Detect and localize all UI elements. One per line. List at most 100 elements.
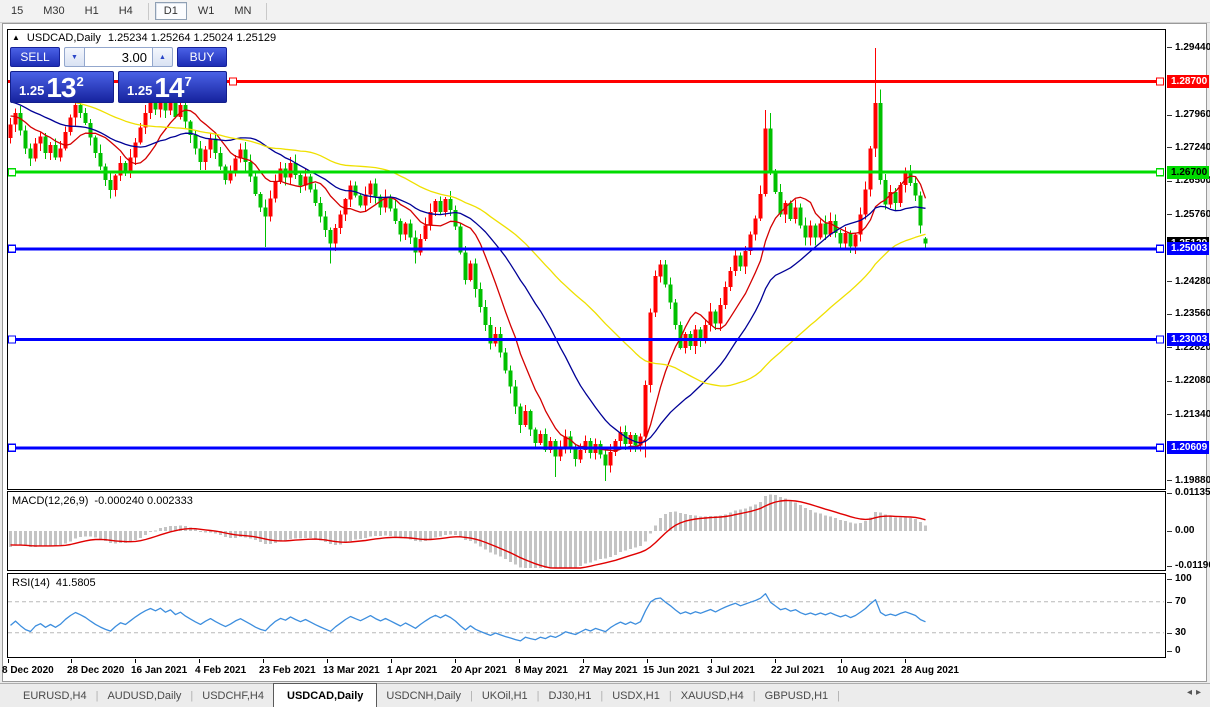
chart-ohlc-values: 1.25234 1.25264 1.25024 1.25129 [107, 32, 277, 44]
date-axis-label: 13 Mar 2021 [323, 665, 380, 676]
buy-button[interactable]: BUY [177, 47, 227, 67]
date-axis-label: 28 Aug 2021 [901, 665, 959, 676]
macd-axis-tick: 0.01135 [1175, 487, 1210, 498]
date-axis-label: 27 May 2021 [579, 665, 638, 676]
horizontal-line-1.267[interactable] [8, 167, 1165, 177]
sell-button[interactable]: SELL [10, 47, 60, 67]
tab-separator: | [837, 689, 840, 702]
price-axis-tick-mark [1167, 180, 1172, 182]
macd-axis-tick-mark [1167, 565, 1172, 567]
date-axis-tick-mark [711, 659, 712, 663]
ma-line-10[interactable] [10, 109, 927, 452]
date-axis-label: 20 Apr 2021 [451, 665, 507, 676]
candlestick-series [8, 48, 928, 481]
price-axis-tick-mark [1167, 147, 1172, 149]
price-axis-tick-mark [1167, 414, 1172, 416]
macd-signal-line [10, 499, 926, 569]
timeframe-button-MN[interactable]: MN [225, 2, 260, 20]
support-price-label: 1.26700 [1167, 165, 1209, 179]
rsi-axis-tick-mark [1167, 601, 1172, 603]
timeframe-button-15[interactable]: 15 [2, 2, 32, 20]
rsi-pane[interactable] [7, 573, 1166, 658]
timeframe-button-M30[interactable]: M30 [34, 2, 73, 20]
macd-indicator-label: MACD(12,26,9) -0.000240 0.002333 [12, 495, 193, 507]
price-axis-tick: 1.27240 [1175, 141, 1210, 153]
horizontal-line-1.25003[interactable] [8, 244, 1165, 254]
date-axis-tick-mark [647, 659, 648, 663]
timeframe-button-H4[interactable]: H4 [110, 2, 142, 20]
date-axis-label: 4 Feb 2021 [195, 665, 247, 676]
date-axis-tick-mark [455, 659, 456, 663]
volume-decrease-button[interactable]: ▼ [64, 47, 85, 67]
price-axis-tick: 1.25760 [1175, 208, 1210, 220]
date-axis-tick-mark [8, 659, 9, 663]
chevron-up-icon: ▲ [159, 53, 166, 61]
volume-input[interactable] [85, 47, 152, 67]
date-axis-label: 23 Feb 2021 [259, 665, 316, 676]
date-axis-label: 1 Apr 2021 [387, 665, 438, 676]
horizontal-line-1.23003[interactable] [8, 335, 1165, 344]
rsi-line [10, 593, 926, 642]
chart-tab-UKOil-H1[interactable]: UKOil,H1 [473, 684, 537, 707]
timeframe-button-D1[interactable]: D1 [154, 2, 187, 20]
date-axis-tick-mark [327, 659, 328, 663]
date-axis-label: 8 May 2021 [515, 665, 568, 676]
price-axis-tick: 1.27960 [1175, 109, 1210, 120]
rsi-axis-tick-mark [1167, 578, 1172, 580]
tab-scroll-left-icon[interactable]: ◂ [1187, 687, 1196, 698]
date-axis-label: 28 Dec 2020 [67, 665, 125, 676]
price-axis-tick: 1.22080 [1175, 375, 1210, 387]
chart-tab-USDCAD-Daily[interactable]: USDCAD,Daily [273, 683, 378, 707]
macd-values: -0.000240 0.002333 [94, 495, 193, 507]
chart-tab-USDCNH-Daily[interactable]: USDCNH,Daily [377, 684, 470, 707]
date-axis-tick-mark [391, 659, 392, 663]
chart-tab-XAUUSD-H4[interactable]: XAUUSD,H4 [672, 684, 753, 707]
buy-price-button[interactable]: 1.25 14 7 [118, 71, 227, 103]
chart-tab-AUDUSD-Daily[interactable]: AUDUSD,Daily [98, 684, 190, 707]
sell-price-button[interactable]: 1.25 13 2 [10, 71, 114, 103]
price-axis-tick: 1.29440 [1175, 41, 1210, 53]
macd-axis-tick-mark [1167, 530, 1172, 532]
timeframe-button-W1[interactable]: W1 [189, 2, 224, 20]
rsi-axis-tick-mark [1167, 632, 1172, 634]
collapse-panel-icon[interactable]: ▲ [12, 33, 20, 42]
price-axis-tick-mark [1167, 281, 1172, 283]
date-axis-label: 8 Dec 2020 [2, 665, 54, 676]
tab-scroll-right-icon[interactable]: ▸ [1196, 687, 1205, 698]
date-axis-tick-mark [199, 659, 200, 663]
date-axis-tick-mark [841, 659, 842, 663]
buy-price-big: 14 [154, 72, 184, 103]
chart-tab-USDX-H1[interactable]: USDX,H1 [603, 684, 669, 707]
toolbar-separator [147, 2, 149, 20]
chart-tab-DJ30-H1[interactable]: DJ30,H1 [540, 684, 601, 707]
date-axis-tick-mark [583, 659, 584, 663]
rsi-indicator-label: RSI(14) 41.5805 [12, 577, 96, 589]
date-axis-label: 10 Aug 2021 [837, 665, 895, 676]
rsi-axis-tick: 30 [1175, 627, 1187, 638]
chevron-down-icon: ▼ [71, 53, 78, 61]
date-axis-label: 15 Jun 2021 [643, 665, 700, 676]
rsi-name: RSI(14) [12, 577, 50, 589]
date-axis-tick-mark [905, 659, 906, 663]
volume-increase-button[interactable]: ▲ [152, 47, 173, 67]
date-axis-tick-mark [263, 659, 264, 663]
one-click-trade-panel: SELL ▼ ▲ BUY 1.25 13 2 1.25 14 7 [8, 46, 229, 103]
chart-tab-USDCHF-H4[interactable]: USDCHF,H4 [193, 684, 273, 707]
rsi-value: 41.5805 [55, 577, 96, 589]
date-axis-tick-mark [135, 659, 136, 663]
timeframe-button-H1[interactable]: H1 [76, 2, 108, 20]
date-axis-label: 3 Jul 2021 [707, 665, 755, 676]
chart-tab-EURUSD-H4[interactable]: EURUSD,H4 [14, 684, 96, 707]
price-axis-tick-mark [1167, 380, 1172, 382]
macd-axis-tick: -0.01190 [1175, 560, 1210, 571]
price-axis-tick: 1.19880 [1175, 474, 1210, 486]
rsi-axis-tick: 70 [1175, 596, 1187, 607]
price-axis-tick-mark [1167, 114, 1172, 116]
chart-symbol-title: USDCAD,Daily [26, 32, 101, 44]
date-axis-tick-mark [519, 659, 520, 663]
rsi-axis-tick: 100 [1175, 573, 1192, 584]
date-axis-label: 16 Jan 2021 [131, 665, 188, 676]
ma-line-25[interactable] [10, 101, 926, 444]
chart-tab-GBPUSD-H1[interactable]: GBPUSD,H1 [756, 684, 838, 707]
support-price-label: 1.23003 [1167, 333, 1209, 346]
